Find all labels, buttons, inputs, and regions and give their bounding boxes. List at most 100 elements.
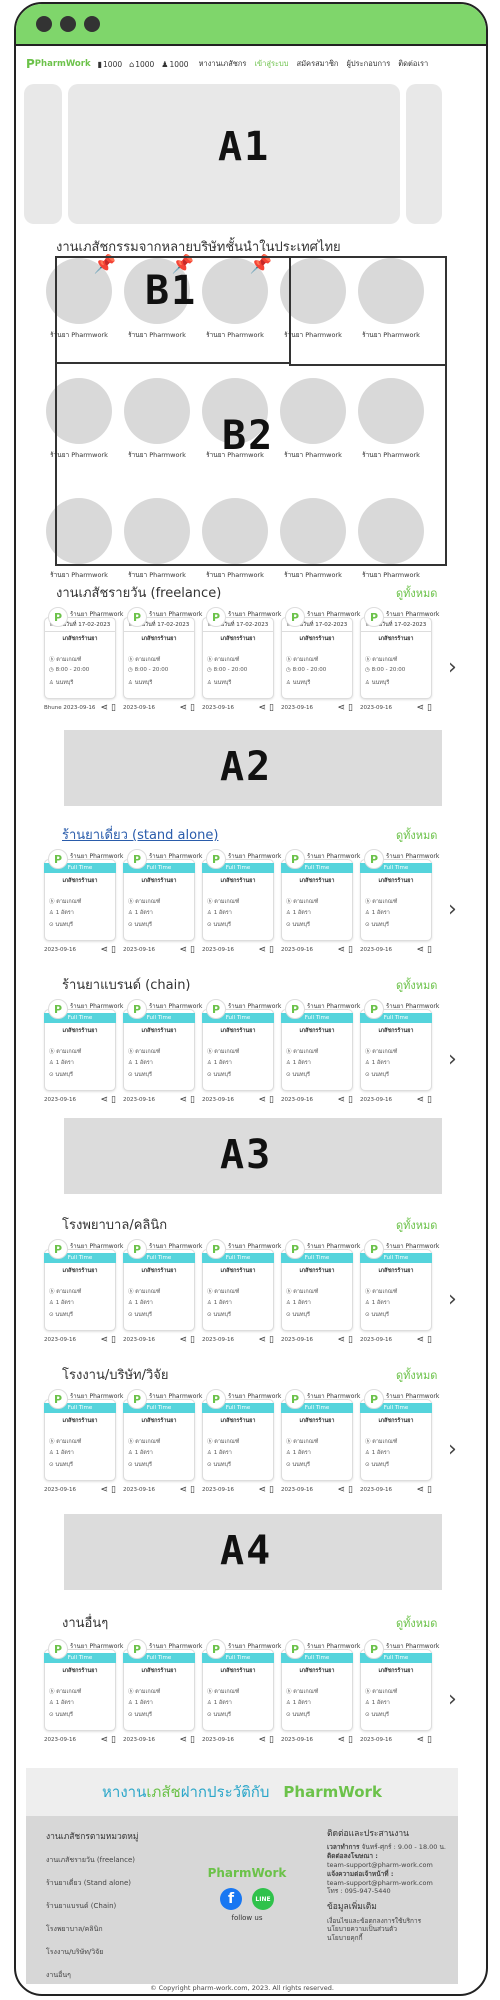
footer-link-hospital[interactable]: โรงพยาบาล/คลินิก <box>46 1924 139 1935</box>
freelance-see-all[interactable]: ดูทั้งหมด <box>396 584 437 602</box>
fulltime-job-card[interactable]: P ร้านยา Pharmwork Full Time เภสัชกรร้านยา ⓑ… <box>360 999 439 1109</box>
freelance-next-arrow[interactable]: › <box>448 655 457 680</box>
factory-next-arrow[interactable]: › <box>448 1437 457 1462</box>
share-icon[interactable]: ⋖ <box>101 703 109 713</box>
bookmark-icon[interactable]: ▯ <box>269 703 274 713</box>
bookmark-icon[interactable]: ▯ <box>269 1485 274 1495</box>
footer-link-freelance[interactable]: งานเภสัชรายวัน (freelance) <box>46 1855 139 1866</box>
share-icon[interactable]: ⋖ <box>101 1335 109 1345</box>
share-icon[interactable]: ⋖ <box>259 703 267 713</box>
fulltime-job-card[interactable]: P ร้านยา Pharmwork Full Time เภสัชกรร้านยา ⓑ… <box>123 1639 202 1749</box>
section-standalone-title[interactable]: ร้านยาเดี่ยว (stand alone) <box>62 824 218 845</box>
bookmark-icon[interactable]: ▯ <box>348 1095 353 1105</box>
share-icon[interactable]: ⋖ <box>338 945 346 955</box>
fulltime-job-card[interactable]: P ร้านยา Pharmwork Full Time เภสัชกรร้านยา ⓑ… <box>281 999 360 1109</box>
share-icon[interactable]: ⋖ <box>417 1735 425 1745</box>
share-icon[interactable]: ⋖ <box>180 1335 188 1345</box>
fulltime-job-card[interactable]: P ร้านยา Pharmwork Full Time เภสัชกรร้านยา ⓑ… <box>202 1239 281 1349</box>
bookmark-icon[interactable]: ▯ <box>190 1095 195 1105</box>
share-icon[interactable]: ⋖ <box>180 945 188 955</box>
fulltime-job-card[interactable]: P ร้านยา Pharmwork Full Time เภสัชกรร้านยา ⓑ… <box>44 849 123 959</box>
share-icon[interactable]: ⋖ <box>338 1735 346 1745</box>
footer-tel[interactable]: โทร : 095-947-5440 <box>327 1887 452 1896</box>
footer-link-factory[interactable]: โรงงาน/บริษัท/วิจัย <box>46 1947 139 1958</box>
factory-see-all[interactable]: ดูทั้งหมด <box>396 1366 437 1384</box>
bookmark-icon[interactable]: ▯ <box>427 703 432 713</box>
freelance-job-card[interactable]: P ร้านยา Pharmwork ทำงานวันที่ 17-02-2023 เ… <box>44 607 123 717</box>
share-icon[interactable]: ⋖ <box>338 703 346 713</box>
share-icon[interactable]: ⋖ <box>417 945 425 955</box>
bookmark-icon[interactable]: ▯ <box>427 1485 432 1495</box>
fulltime-job-card[interactable]: P ร้านยา Pharmwork Full Time เภสัชกรร้านยา ⓑ… <box>360 849 439 959</box>
bookmark-icon[interactable]: ▯ <box>427 1735 432 1745</box>
footer-link-chain[interactable]: ร้านยาแบรนด์ (Chain) <box>46 1901 139 1912</box>
fulltime-job-card[interactable]: P ร้านยา Pharmwork Full Time เภสัชกรร้านยา ⓑ… <box>44 1239 123 1349</box>
share-icon[interactable]: ⋖ <box>101 1735 109 1745</box>
freelance-job-card[interactable]: P ร้านยา Pharmwork ทำงานวันที่ 17-02-2023 เ… <box>123 607 202 717</box>
fulltime-job-card[interactable]: P ร้านยา Pharmwork Full Time เภสัชกรร้านยา ⓑ… <box>44 1389 123 1499</box>
share-icon[interactable]: ⋖ <box>259 945 267 955</box>
bookmark-icon[interactable]: ▯ <box>190 703 195 713</box>
fulltime-job-card[interactable]: P ร้านยา Pharmwork Full Time เภสัชกรร้านยา ⓑ… <box>44 999 123 1109</box>
share-icon[interactable]: ⋖ <box>259 1485 267 1495</box>
share-icon[interactable]: ⋖ <box>180 1485 188 1495</box>
bookmark-icon[interactable]: ▯ <box>348 1735 353 1745</box>
fulltime-job-card[interactable]: P ร้านยา Pharmwork Full Time เภสัชกรร้านยา ⓑ… <box>360 1639 439 1749</box>
fulltime-job-card[interactable]: P ร้านยา Pharmwork Full Time เภสัชกรร้านยา ⓑ… <box>202 999 281 1109</box>
bookmark-icon[interactable]: ▯ <box>348 703 353 713</box>
nav-link-employers[interactable]: ผู้ประกอบการ <box>346 58 390 70</box>
share-icon[interactable]: ⋖ <box>180 1735 188 1745</box>
bookmark-icon[interactable]: ▯ <box>190 945 195 955</box>
fulltime-job-card[interactable]: P ร้านยา Pharmwork Full Time เภสัชกรร้านยา ⓑ… <box>123 999 202 1109</box>
standalone-next-arrow[interactable]: › <box>448 897 457 922</box>
facebook-icon[interactable]: f <box>220 1888 242 1910</box>
share-icon[interactable]: ⋖ <box>259 1335 267 1345</box>
bookmark-icon[interactable]: ▯ <box>348 1335 353 1345</box>
bookmark-icon[interactable]: ▯ <box>111 703 116 713</box>
window-maximize-dot[interactable] <box>84 16 100 32</box>
share-icon[interactable]: ⋖ <box>338 1335 346 1345</box>
fulltime-job-card[interactable]: P ร้านยา Pharmwork Full Time เภสัชกรร้านยา ⓑ… <box>202 1389 281 1499</box>
share-icon[interactable]: ⋖ <box>259 1735 267 1745</box>
bookmark-icon[interactable]: ▯ <box>427 1335 432 1345</box>
other-next-arrow[interactable]: › <box>448 1687 457 1712</box>
freelance-job-card[interactable]: P ร้านยา Pharmwork ทำงานวันที่ 17-02-2023 เ… <box>202 607 281 717</box>
site-logo[interactable]: P PharmWork <box>26 57 91 71</box>
footer-link-standalone[interactable]: ร้านยาเดี่ยว (Stand alone) <box>46 1878 139 1889</box>
window-minimize-dot[interactable] <box>60 16 76 32</box>
nav-link-register[interactable]: สมัครสมาชิก <box>297 58 339 70</box>
fulltime-job-card[interactable]: P ร้านยา Pharmwork Full Time เภสัชกรร้านยา ⓑ… <box>202 849 281 959</box>
fulltime-job-card[interactable]: P ร้านยา Pharmwork Full Time เภสัชกรร้านยา ⓑ… <box>44 1639 123 1749</box>
bookmark-icon[interactable]: ▯ <box>111 1735 116 1745</box>
bookmark-icon[interactable]: ▯ <box>427 945 432 955</box>
fulltime-job-card[interactable]: P ร้านยา Pharmwork Full Time เภสัชกรร้านยา ⓑ… <box>281 1389 360 1499</box>
bookmark-icon[interactable]: ▯ <box>111 1335 116 1345</box>
bookmark-icon[interactable]: ▯ <box>111 1095 116 1105</box>
fulltime-job-card[interactable]: P ร้านยา Pharmwork Full Time เภสัชกรร้านยา ⓑ… <box>281 1239 360 1349</box>
share-icon[interactable]: ⋖ <box>101 945 109 955</box>
footer-ads-email[interactable]: team-support@pharm-work.com <box>327 1861 452 1870</box>
standalone-see-all[interactable]: ดูทั้งหมด <box>396 826 437 844</box>
bookmark-icon[interactable]: ▯ <box>348 945 353 955</box>
bookmark-icon[interactable]: ▯ <box>190 1335 195 1345</box>
bookmark-icon[interactable]: ▯ <box>190 1485 195 1495</box>
share-icon[interactable]: ⋖ <box>417 703 425 713</box>
share-icon[interactable]: ⋖ <box>417 1485 425 1495</box>
fulltime-job-card[interactable]: P ร้านยา Pharmwork Full Time เภสัชกรร้านยา ⓑ… <box>202 1639 281 1749</box>
nav-link-contact[interactable]: ติดต่อเรา <box>398 58 428 70</box>
share-icon[interactable]: ⋖ <box>417 1095 425 1105</box>
nav-link-find-jobs[interactable]: หางานเภสัชกร <box>199 58 247 70</box>
freelance-job-card[interactable]: P ร้านยา Pharmwork ทำงานวันที่ 17-02-2023 เ… <box>281 607 360 717</box>
fulltime-job-card[interactable]: P ร้านยา Pharmwork Full Time เภสัชกรร้านยา ⓑ… <box>281 1639 360 1749</box>
fulltime-job-card[interactable]: P ร้านยา Pharmwork Full Time เภสัชกรร้านยา ⓑ… <box>123 849 202 959</box>
bookmark-icon[interactable]: ▯ <box>348 1485 353 1495</box>
footer-link-other[interactable]: งานอื่นๆ <box>46 1970 139 1981</box>
bookmark-icon[interactable]: ▯ <box>269 1335 274 1345</box>
bookmark-icon[interactable]: ▯ <box>269 945 274 955</box>
footer-link-cookies[interactable]: นโยบายคุกกี้ <box>327 1934 452 1943</box>
share-icon[interactable]: ⋖ <box>259 1095 267 1105</box>
chain-next-arrow[interactable]: › <box>448 1047 457 1072</box>
bookmark-icon[interactable]: ▯ <box>427 1095 432 1105</box>
hospital-see-all[interactable]: ดูทั้งหมด <box>396 1216 437 1234</box>
share-icon[interactable]: ⋖ <box>338 1095 346 1105</box>
